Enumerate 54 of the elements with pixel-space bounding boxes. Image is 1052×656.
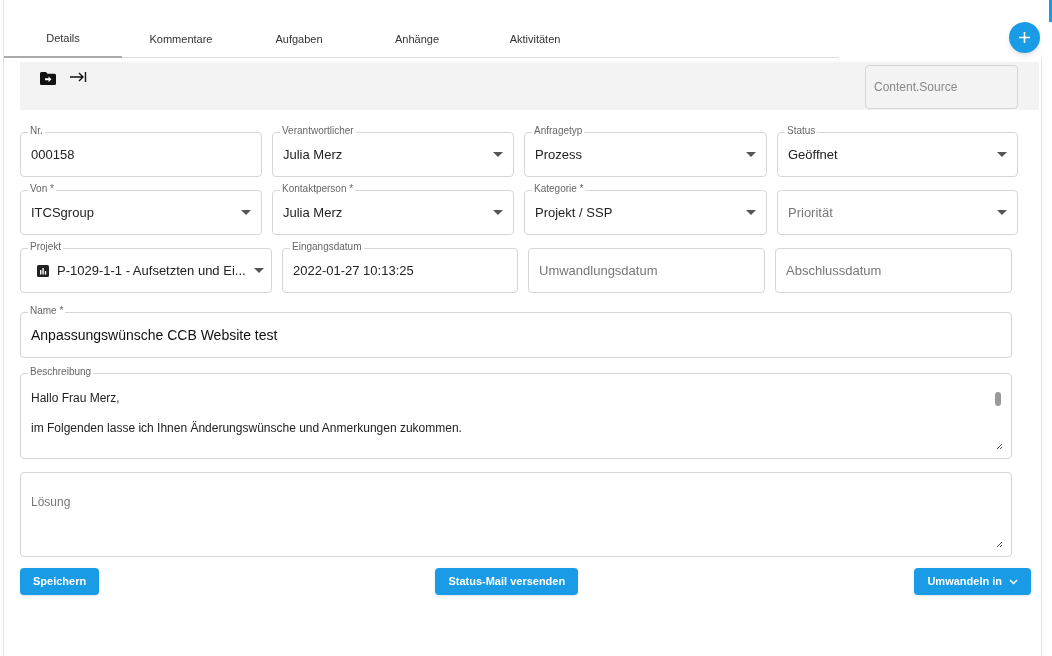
description-text: im Folgenden lasse ich Ihnen Änderungswünsche und Anmerkungen zukommen.: [31, 420, 462, 436]
field-label: Von *: [28, 183, 56, 195]
input-field[interactable]: Abschlussdatum: [775, 248, 1012, 293]
dropdown-caret-icon: [997, 210, 1007, 215]
dropdown-caret-icon: [253, 268, 264, 273]
field-label: Kontaktperson *: [280, 183, 356, 195]
field-value: Geöffnet: [788, 145, 839, 164]
solution-field[interactable]: Lösung: [20, 472, 1012, 557]
dropdown-caret-icon: [493, 152, 503, 157]
field-placeholder: Lösung: [31, 495, 71, 509]
dropdown-caret-icon: [997, 152, 1007, 157]
field-label: Status: [785, 125, 818, 137]
description-text: Hallo Frau Merz,: [31, 390, 120, 406]
field-value: Julia Merz: [283, 145, 344, 164]
plus-icon: [1019, 32, 1030, 43]
field-label: Verantwortlicher: [280, 125, 356, 137]
tab[interactable]: Aufgaben: [240, 20, 358, 58]
field-value: Anpassungswünsche CCB Website test: [31, 325, 278, 345]
field-label: Projekt: [28, 241, 64, 253]
field-placeholder: Umwandlungsdatum: [539, 261, 659, 280]
dropdown-caret-icon: [241, 210, 251, 215]
resize-handle-icon[interactable]: [995, 540, 1003, 548]
dropdown-caret-icon: [746, 210, 756, 215]
select-field[interactable]: Priorität: [777, 190, 1018, 235]
resize-handle-icon[interactable]: [995, 442, 1003, 450]
field-value: 2022-01-27 10:13:25: [293, 261, 415, 280]
arrow-to-end-icon[interactable]: [70, 71, 87, 83]
bar-chart-icon: [37, 264, 49, 277]
field-label: Kategorie *: [532, 183, 586, 195]
field-value: 000158: [31, 145, 76, 164]
field-value: P-1029-1-1 - Aufsetzten und Ei...: [57, 261, 246, 280]
tab[interactable]: Kommentare: [122, 20, 240, 58]
field-placeholder: Priorität: [788, 203, 834, 222]
tab[interactable]: Details: [4, 20, 122, 58]
input-field[interactable]: Umwandlungsdatum: [528, 248, 765, 293]
add-button[interactable]: [1009, 22, 1040, 53]
tab[interactable]: Aktivitäten: [476, 20, 594, 58]
field-value: Julia Merz: [283, 203, 344, 222]
field-label: Nr.: [28, 125, 45, 137]
dropdown-caret-icon: [746, 152, 756, 157]
scrollbar-thumb: [995, 392, 1001, 406]
folder-move-icon[interactable]: [40, 72, 56, 85]
chevron-down-icon: [1009, 578, 1018, 585]
field-label: Eingangsdatum: [290, 241, 364, 253]
field-label: Name *: [28, 305, 66, 317]
dropdown-caret-icon: [493, 210, 503, 215]
field-label: Anfragetyp: [532, 125, 585, 137]
field-label: Beschreibung: [28, 366, 94, 378]
field-placeholder: Content.Source: [874, 79, 958, 96]
field-value: Projekt / SSP: [535, 203, 614, 222]
field-placeholder: Abschlussdatum: [786, 261, 883, 280]
field-value: ITCSgroup: [31, 203, 95, 222]
field-value: Prozess: [535, 145, 583, 164]
tab[interactable]: Anhänge: [358, 20, 476, 58]
